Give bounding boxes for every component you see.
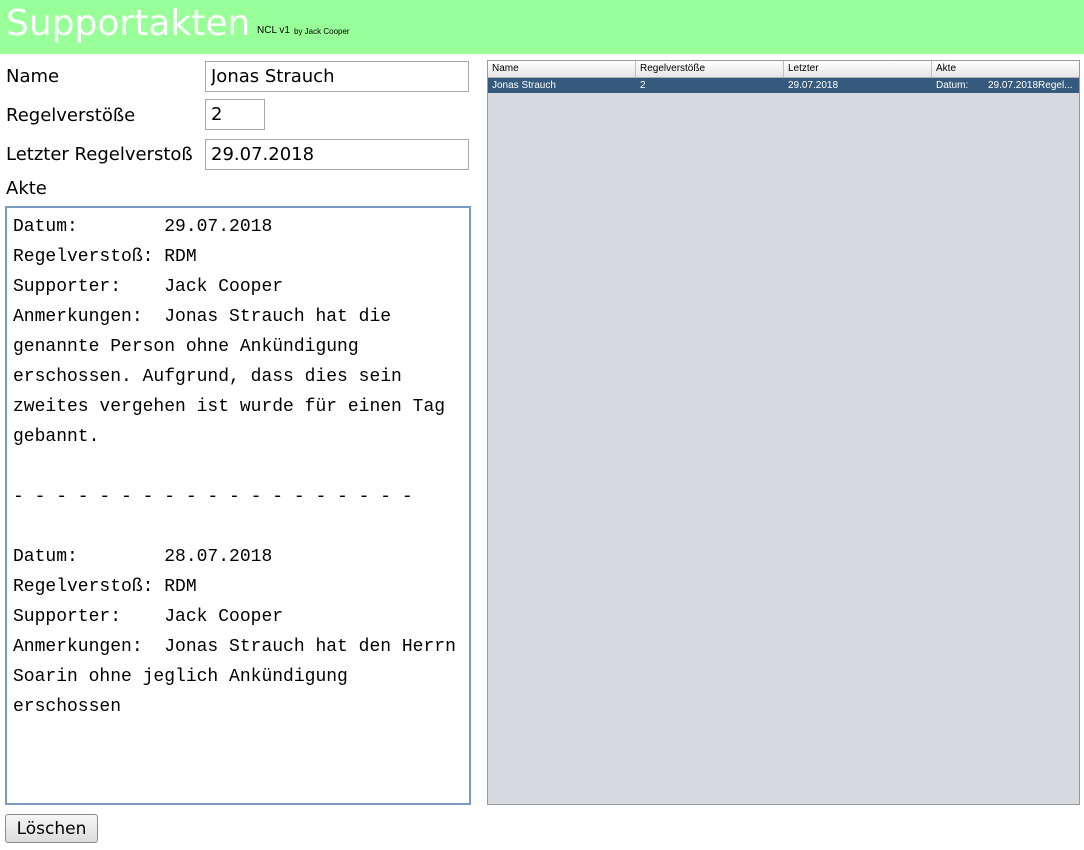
akte-textarea[interactable]: Datum: 29.07.2018 Regelverstoß: RDM Supp… bbox=[5, 206, 471, 805]
cell-akte: Datum: 29.07.2018Regel... bbox=[932, 78, 1079, 93]
app-title: Supportakten bbox=[6, 3, 251, 44]
name-label: Name bbox=[6, 66, 60, 87]
app-author: by Jack Cooper bbox=[294, 27, 350, 36]
akte-label: Akte bbox=[6, 178, 47, 199]
column-header-name[interactable]: Name bbox=[488, 61, 636, 77]
name-input[interactable] bbox=[205, 61, 469, 92]
app-header: Supportakten NCL v1 by Jack Cooper bbox=[0, 0, 1084, 54]
cell-name: Jonas Strauch bbox=[492, 80, 556, 91]
regelverstoesse-input[interactable] bbox=[205, 99, 265, 130]
letzter-regelverstoss-input[interactable] bbox=[205, 139, 469, 170]
cell-regelverstoesse: 2 bbox=[640, 80, 646, 91]
cell-akte-rest: 29.07.2018Regel... bbox=[988, 80, 1073, 91]
column-header-letzter[interactable]: Letzter bbox=[784, 61, 932, 77]
records-table[interactable]: Name Regelverstöße Letzter Akte Jonas St… bbox=[487, 60, 1080, 805]
delete-button[interactable]: Löschen bbox=[5, 814, 98, 843]
column-header-regelverstoesse[interactable]: Regelverstöße bbox=[636, 61, 784, 77]
regelverstoesse-label: Regelverstöße bbox=[6, 105, 136, 126]
column-header-akte[interactable]: Akte bbox=[932, 61, 1079, 77]
cell-akte-prefix: Datum: bbox=[936, 80, 969, 91]
cell-letzter: 29.07.2018 bbox=[788, 80, 839, 91]
table-header: Name Regelverstöße Letzter Akte bbox=[488, 61, 1079, 78]
app-version: NCL v1 bbox=[257, 25, 290, 36]
letzter-regelverstoss-label: Letzter Regelverstoß bbox=[6, 144, 193, 165]
table-row[interactable]: Jonas Strauch 2 29.07.2018 Datum: 29.07.2… bbox=[488, 78, 1079, 93]
